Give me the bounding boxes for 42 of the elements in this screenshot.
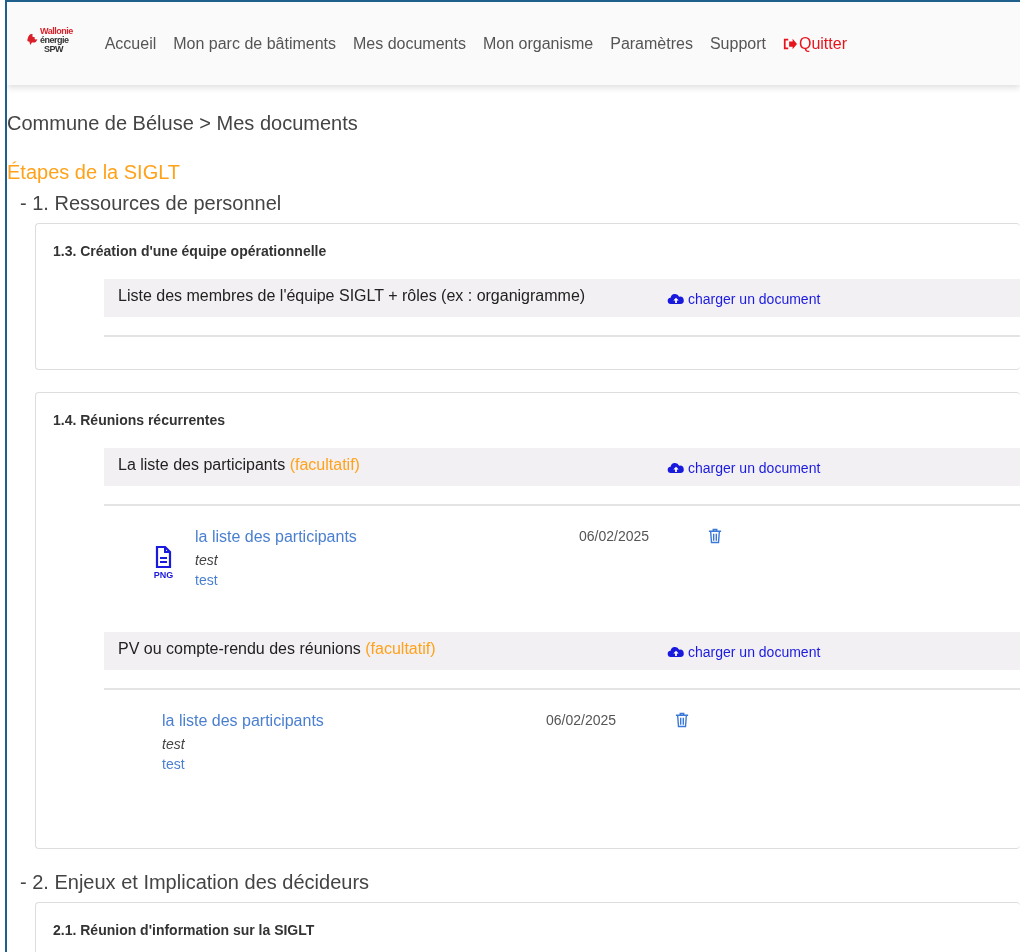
trash-icon — [708, 528, 722, 544]
requirement-label: La liste des participants (facultatif) — [117, 455, 361, 474]
logo-text: énergie — [40, 36, 70, 45]
step-title: 2.1. Réunion d'information sur la SIGLT — [53, 922, 316, 938]
nav-link[interactable]: Support — [709, 34, 766, 53]
nav-link[interactable]: Paramètres — [610, 34, 693, 53]
document-description: test — [162, 736, 186, 752]
delete-button[interactable] — [675, 712, 689, 730]
document-date: 06/02/2025 — [546, 712, 618, 730]
nav-link[interactable]: Quitter — [782, 34, 847, 53]
nav-link[interactable]: Mes documents — [353, 34, 466, 53]
section-heading: - 2. Enjeux et Implication des décideurs — [20, 871, 371, 894]
upload-link[interactable]: charger un document — [667, 279, 821, 307]
page-title: Étapes de la SIGLT — [7, 161, 182, 184]
document-link[interactable]: test — [162, 756, 546, 772]
delete-button[interactable] — [708, 528, 722, 546]
document-description: test — [195, 552, 219, 568]
section-heading: - 1. Ressources de personnel — [20, 192, 283, 215]
cloud-upload-icon — [667, 461, 685, 475]
step-title: 1.3. Création d'une équipe opérationnelle — [53, 243, 328, 259]
logo-text: Wallonie — [40, 27, 73, 36]
nav-link[interactable]: Mon organisme — [482, 34, 594, 53]
document-link[interactable]: la liste des participants — [162, 712, 546, 730]
sign-out-icon — [782, 36, 797, 51]
step-title: 1.4. Réunions récurrentes — [53, 412, 226, 428]
trash-icon — [675, 712, 689, 728]
nav-link[interactable]: Accueil — [104, 34, 157, 53]
logo-text: SPW — [44, 45, 64, 54]
document-icon — [155, 546, 172, 568]
requirement-label: PV ou compte-rendu des réunions (facultatif) — [117, 639, 437, 658]
document-link[interactable]: test — [195, 572, 579, 588]
cloud-upload-icon — [667, 645, 685, 659]
cloud-upload-icon — [667, 292, 685, 306]
document-date: 06/02/2025 — [579, 528, 651, 546]
breadcrumb: Commune de Béluse > Mes documents — [7, 112, 359, 135]
logo[interactable]: Wallonie énergie SPW — [25, 27, 73, 60]
file-type-label: PNG — [153, 570, 174, 580]
document-link[interactable]: la liste des participants — [195, 528, 579, 546]
upload-link[interactable]: charger un document — [667, 448, 821, 476]
nav-link[interactable]: Mon parc de bâtiments — [173, 34, 336, 53]
requirement-label: Liste des membres de l'équipe SIGLT + rôles (ex : organigramme) — [117, 286, 587, 305]
upload-link[interactable]: charger un document — [667, 632, 821, 660]
